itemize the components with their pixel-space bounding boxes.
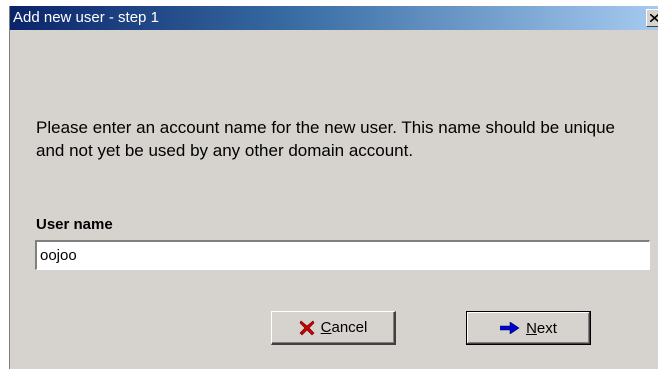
user-name-label: User name: [36, 216, 113, 233]
title-bar[interactable]: Add new user - step 1: [10, 6, 658, 30]
next-button[interactable]: Next: [466, 311, 591, 345]
cancel-button[interactable]: Cancel: [271, 311, 396, 345]
window-title: Add new user - step 1: [13, 9, 159, 26]
user-name-input[interactable]: [35, 240, 650, 270]
next-button-label: Next: [526, 319, 557, 337]
close-button[interactable]: [646, 9, 658, 27]
instructions-text: Please enter an account name for the new…: [36, 118, 616, 160]
blue-arrow-right-icon: [499, 321, 520, 335]
close-icon: [650, 14, 658, 22]
cancel-button-label: Cancel: [320, 319, 368, 336]
dialog-window: Add new user - step 1 Please enter an ac…: [9, 6, 658, 369]
red-x-icon: [299, 320, 315, 336]
